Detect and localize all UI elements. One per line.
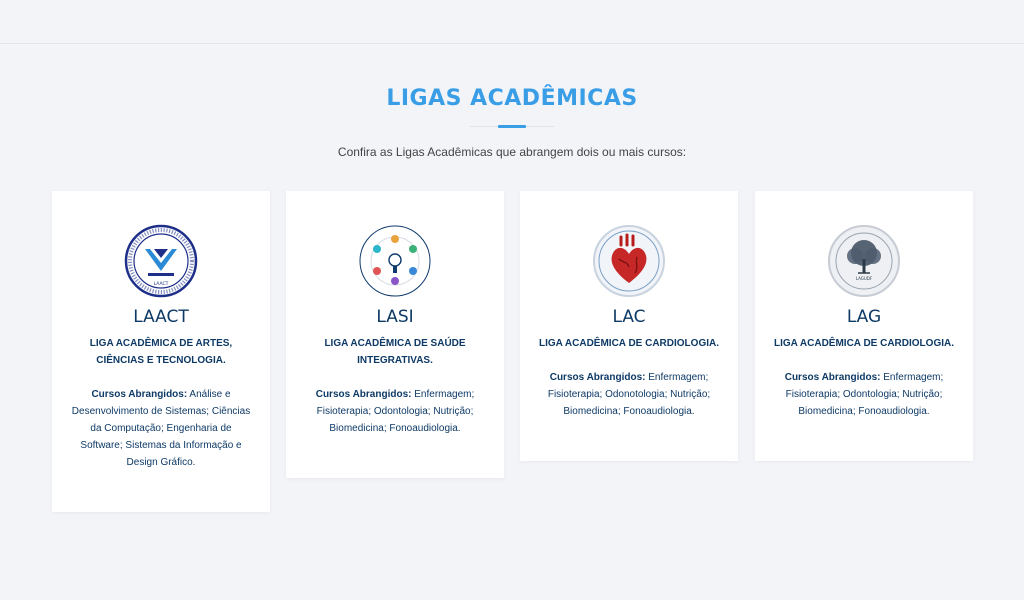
card-courses: Cursos Abrangidos: Enfermagem; Fisiotera…: [536, 369, 722, 420]
top-divider: [0, 43, 1024, 44]
section-title: LIGAS ACADÊMICAS: [386, 86, 638, 111]
heart-logo: [591, 223, 667, 299]
svg-text:LAACT: LAACT: [154, 281, 169, 287]
card-full-name: LIGA ACADÊMICA DE CARDIOLOGIA.: [774, 338, 954, 349]
card-acronym: LAG: [846, 307, 882, 327]
lasi-circle-logo: [357, 223, 433, 299]
section-subtitle: Confira as Ligas Acadêmicas que abrangem…: [337, 145, 687, 159]
tree-logo: LAGUDF: [826, 223, 902, 299]
courses-list: Análise e Desenvolvimento de Sistemas; C…: [71, 389, 251, 468]
card-courses: Cursos Abrangidos: Enfermagem; Fisiotera…: [771, 369, 957, 420]
courses-label: Cursos Abrangidos:: [315, 389, 412, 400]
league-card-laact[interactable]: LAACT LAACT LIGA ACADÊMICA DE ARTES, CIÊ…: [52, 191, 270, 512]
league-card-lasi[interactable]: LASI LIGA ACADÊMICA DE SAÚDE INTEGRATIVA…: [286, 191, 504, 478]
courses-label: Cursos Abrangidos:: [549, 372, 646, 383]
league-card-lag[interactable]: LAGUDF LAG LIGA ACADÊMICA DE CARDIOLOGIA…: [755, 191, 973, 461]
card-courses: Cursos Abrangidos: Análise e Desenvolvim…: [68, 386, 254, 471]
card-acronym: LASI: [376, 307, 414, 327]
courses-label: Cursos Abrangidos:: [91, 389, 188, 400]
card-full-name: LIGA ACADÊMICA DE CARDIOLOGIA.: [539, 338, 719, 349]
svg-text:LAGUDF: LAGUDF: [856, 276, 873, 281]
title-accent-bar: [498, 125, 526, 128]
card-courses: Cursos Abrangidos: Enfermagem; Fisiotera…: [302, 386, 488, 437]
card-full-name: LIGA ACADÊMICA DE SAÚDE INTEGRATIVAS.: [324, 338, 466, 366]
card-full-name: LIGA ACADÊMICA DE ARTES, CIÊNCIAS E TECN…: [89, 338, 233, 366]
card-acronym: LAACT: [133, 307, 189, 327]
laact-seal-logo: LAACT: [123, 223, 199, 299]
card-acronym: LAC: [612, 307, 646, 327]
courses-label: Cursos Abrangidos:: [784, 372, 881, 383]
league-card-lac[interactable]: LAC LIGA ACADÊMICA DE CARDIOLOGIA. Curso…: [520, 191, 738, 461]
